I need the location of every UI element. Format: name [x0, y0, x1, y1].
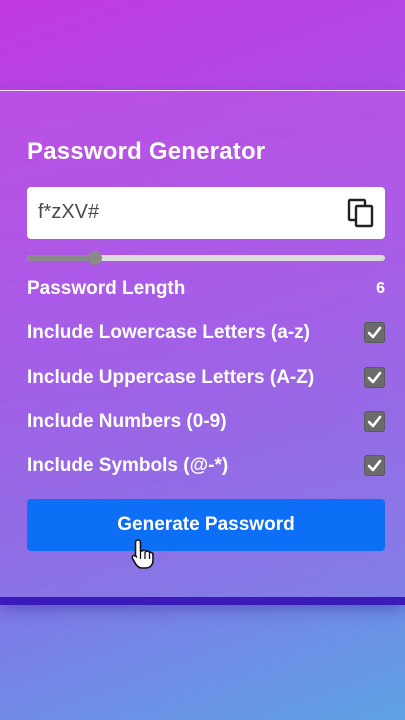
check-icon [367, 415, 382, 428]
symbols-checkbox[interactable] [364, 455, 385, 476]
slider-thumb[interactable] [88, 251, 103, 265]
check-icon [367, 459, 382, 472]
copy-icon[interactable] [347, 198, 375, 228]
numbers-checkbox[interactable] [364, 411, 385, 432]
option-symbols[interactable]: Include Symbols (@-*) [27, 454, 385, 478]
page-title: Password Generator [27, 138, 266, 165]
uppercase-checkbox[interactable] [364, 367, 385, 388]
password-generator-card: Password Generator f*zXV# Password Lengt… [0, 90, 405, 597]
lowercase-checkbox[interactable] [364, 322, 385, 343]
hand-cursor-icon [131, 539, 154, 569]
option-label: Include Lowercase Letters (a-z) [27, 322, 310, 343]
option-label: Include Symbols (@-*) [27, 455, 229, 476]
length-value: 6 [376, 280, 385, 297]
option-label: Include Uppercase Letters (A-Z) [27, 367, 315, 388]
slider-fill [27, 255, 96, 261]
length-label: Password Length [27, 278, 186, 299]
option-lowercase[interactable]: Include Lowercase Letters (a-z) [27, 321, 385, 345]
generate-password-button[interactable]: Generate Password [27, 499, 385, 551]
option-uppercase[interactable]: Include Uppercase Letters (A-Z) [27, 366, 385, 390]
option-numbers[interactable]: Include Numbers (0-9) [27, 410, 385, 434]
length-slider[interactable] [27, 250, 385, 265]
password-value: f*zXV# [38, 201, 100, 223]
check-icon [367, 326, 382, 339]
option-label: Include Numbers (0-9) [27, 411, 227, 432]
password-output-field[interactable]: f*zXV# [27, 187, 385, 239]
check-icon [367, 371, 382, 384]
length-row: Password Length 6 [27, 277, 385, 301]
